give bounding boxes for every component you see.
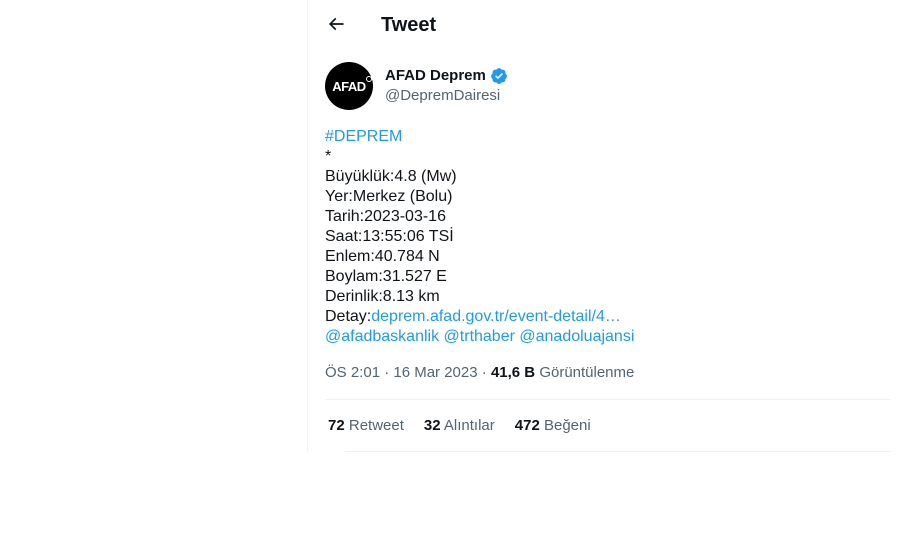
tweet-line-mentions: @afadbaskanlik @trthaber @anadoluajansi xyxy=(325,327,885,347)
verified-badge-icon xyxy=(490,67,508,85)
meta-separator: · xyxy=(481,364,487,381)
arrow-left-icon xyxy=(328,17,344,31)
avatar[interactable]: AFAD xyxy=(325,62,373,110)
tweet-line-time: Saat:13:55:06 TSİ xyxy=(325,228,454,245)
page-title: Tweet xyxy=(381,14,437,36)
divider xyxy=(345,451,891,452)
tweet-stats: 72 Retweet 32 Alıntılar 472 Beğeni xyxy=(328,417,611,435)
tweet-column: Tweet AFAD AFAD Deprem @DepremDairesi #D… xyxy=(307,0,900,452)
avatar-logo-dot xyxy=(365,75,372,82)
quotes-label: Alıntılar xyxy=(443,417,495,434)
tweet-timestamp[interactable]: ÖS 2:01 · 16 Mar 2023 xyxy=(325,364,478,381)
tweet-line-latitude: Enlem:40.784 N xyxy=(325,248,440,265)
tweet-line-star: * xyxy=(325,148,332,165)
mention-link[interactable]: @trthaber xyxy=(444,328,515,345)
tweet-line-magnitude: Büyüklük:4.8 (Mw) xyxy=(325,168,457,185)
avatar-logo-text: AFAD xyxy=(332,75,372,94)
views-count: 41,6 B xyxy=(490,364,536,381)
retweets-stat[interactable]: 72 Retweet xyxy=(328,417,404,435)
author-name[interactable]: AFAD Deprem xyxy=(385,67,508,85)
back-button[interactable] xyxy=(323,11,349,37)
mention-link[interactable]: @anadoluajansi xyxy=(519,328,634,345)
retweets-count: 72 xyxy=(328,417,345,434)
tweet-line-detail: Detay:deprem.afad.gov.tr/event-detail/4… xyxy=(325,307,885,327)
detail-label: Detay: xyxy=(325,308,372,325)
views-label: Görüntülenme xyxy=(539,364,635,381)
tweet-meta: ÖS 2:01 · 16 Mar 2023 · 41,6 B Görüntüle… xyxy=(325,364,634,382)
likes-count: 472 xyxy=(514,417,540,434)
retweets-label: Retweet xyxy=(348,417,404,434)
tweet-line-date: Tarih:2023-03-16 xyxy=(325,208,446,225)
tweet-line-depth: Derinlik:8.13 km xyxy=(325,288,440,305)
mention-link[interactable]: @afadbaskanlik xyxy=(325,328,439,345)
quotes-stat[interactable]: 32 Alıntılar xyxy=(424,417,495,435)
hashtag-link[interactable]: #DEPREM xyxy=(325,128,402,145)
tweet-line-longitude: Boylam:31.527 E xyxy=(325,268,447,285)
tweet-text: #DEPREM * Büyüklük:4.8 (Mw) Yer:Merkez (… xyxy=(325,127,885,347)
divider xyxy=(325,399,891,400)
tweet-header: Tweet xyxy=(308,0,900,50)
author-handle[interactable]: @DepremDairesi xyxy=(385,87,500,105)
likes-label: Beğeni xyxy=(543,417,591,434)
quotes-count: 32 xyxy=(423,417,441,434)
likes-stat[interactable]: 472 Beğeni xyxy=(515,417,591,435)
detail-link[interactable]: deprem.afad.gov.tr/event-detail/4… xyxy=(371,308,621,325)
tweet-line-location: Yer:Merkez (Bolu) xyxy=(325,188,453,205)
